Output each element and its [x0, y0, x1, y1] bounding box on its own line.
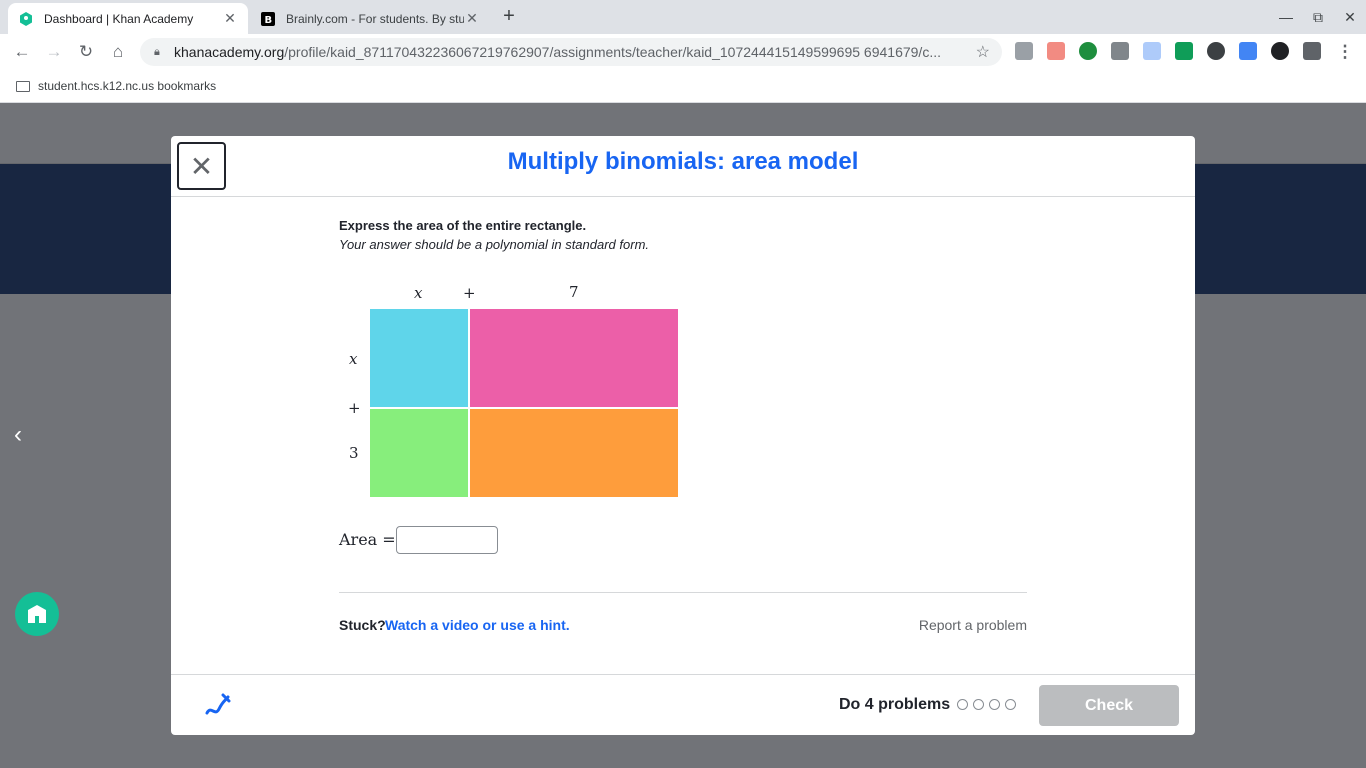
address-bar[interactable]: 🔒︎ khanacademy.org/profile/kaid_87117043…	[140, 38, 1002, 66]
back-icon[interactable]: ←	[11, 41, 33, 63]
extension-icon[interactable]	[1079, 42, 1097, 60]
area-cell-bottom-left	[370, 409, 468, 497]
progress-label: Do 4 problems	[839, 696, 951, 713]
side-label-x: x	[349, 350, 358, 368]
tab-khan-academy[interactable]: Dashboard | Khan Academy ✕	[8, 3, 248, 34]
window-close-icon[interactable]: ✕	[1339, 6, 1361, 28]
extension-icon[interactable]	[1207, 42, 1225, 60]
tab-title: Dashboard | Khan Academy	[44, 11, 194, 26]
extension-icon[interactable]	[1111, 42, 1129, 60]
extension-icon[interactable]	[1047, 42, 1065, 60]
check-button[interactable]: Check	[1039, 685, 1179, 726]
url-domain: khanacademy.org	[174, 44, 285, 60]
question-text: Express the area of the entire rectangle…	[339, 218, 587, 233]
footer-divider	[171, 674, 1195, 675]
top-label-plus: +	[463, 284, 476, 302]
area-cell-top-right	[470, 309, 678, 407]
svg-text:B: B	[265, 15, 273, 26]
scratchpad-icon[interactable]	[203, 691, 231, 719]
side-label-3: 3	[349, 444, 359, 462]
new-tab-icon[interactable]: +	[498, 5, 520, 27]
bookmark-star-icon[interactable]: ☆	[976, 42, 990, 62]
menu-icon[interactable]: ⋮	[1334, 41, 1356, 63]
hint-link[interactable]: Watch a video or use a hint.	[385, 617, 570, 633]
report-problem-link[interactable]: Report a problem	[880, 617, 1027, 633]
forward-icon[interactable]: →	[43, 41, 65, 63]
folder-icon	[16, 80, 30, 92]
chevron-left-icon[interactable]: ‹	[14, 423, 36, 447]
progress-dot	[1005, 699, 1016, 710]
extension-icon[interactable]	[1015, 42, 1033, 60]
exercise-modal	[171, 136, 1195, 735]
divider	[171, 196, 1195, 197]
side-label-plus: +	[348, 399, 361, 417]
area-cell-top-left	[370, 309, 468, 407]
extension-icon[interactable]	[1175, 42, 1193, 60]
school-icon	[28, 605, 46, 623]
brainly-favicon-icon: B	[260, 11, 276, 27]
reload-icon[interactable]: ↻	[75, 41, 97, 63]
exercise-title: Multiply binomials: area model	[507, 148, 859, 175]
progress-dot	[957, 699, 968, 710]
area-cell-bottom-right	[470, 409, 678, 497]
khan-academy-favicon-icon	[18, 11, 34, 27]
puzzle-icon[interactable]	[1303, 42, 1321, 60]
top-label-x: x	[414, 284, 423, 302]
stuck-label: Stuck?	[339, 617, 386, 633]
url-path: /profile/kaid_871170432236067219762907/a…	[284, 44, 941, 60]
tab-brainly[interactable]: B Brainly.com - For students. By student…	[250, 3, 490, 34]
bookmarks-bar: student.hcs.k12.nc.us bookmarks	[0, 70, 1366, 103]
progress-dot	[973, 699, 984, 710]
tab-close-icon[interactable]: ✕	[222, 10, 238, 27]
area-answer-input[interactable]	[396, 526, 498, 554]
divider	[339, 592, 1027, 593]
top-label-7: 7	[569, 283, 579, 301]
tab-close-icon[interactable]: ✕	[464, 10, 480, 27]
minimize-icon[interactable]: —	[1275, 6, 1297, 28]
bookmark-folder[interactable]: student.hcs.k12.nc.us bookmarks	[38, 79, 216, 93]
translate-icon[interactable]	[1239, 42, 1257, 60]
area-label: Area =	[339, 530, 396, 549]
progress-dot	[989, 699, 1000, 710]
help-button[interactable]	[15, 592, 59, 636]
home-icon[interactable]: ⌂	[107, 41, 129, 63]
extension-icon[interactable]	[1143, 42, 1161, 60]
restore-icon[interactable]: ⧉	[1307, 6, 1329, 28]
extension-icon[interactable]	[1271, 42, 1289, 60]
lock-icon: 🔒︎	[154, 46, 160, 58]
tab-title: Brainly.com - For students. By students.	[286, 11, 464, 26]
instruction-text: Your answer should be a polynomial in st…	[339, 237, 650, 252]
